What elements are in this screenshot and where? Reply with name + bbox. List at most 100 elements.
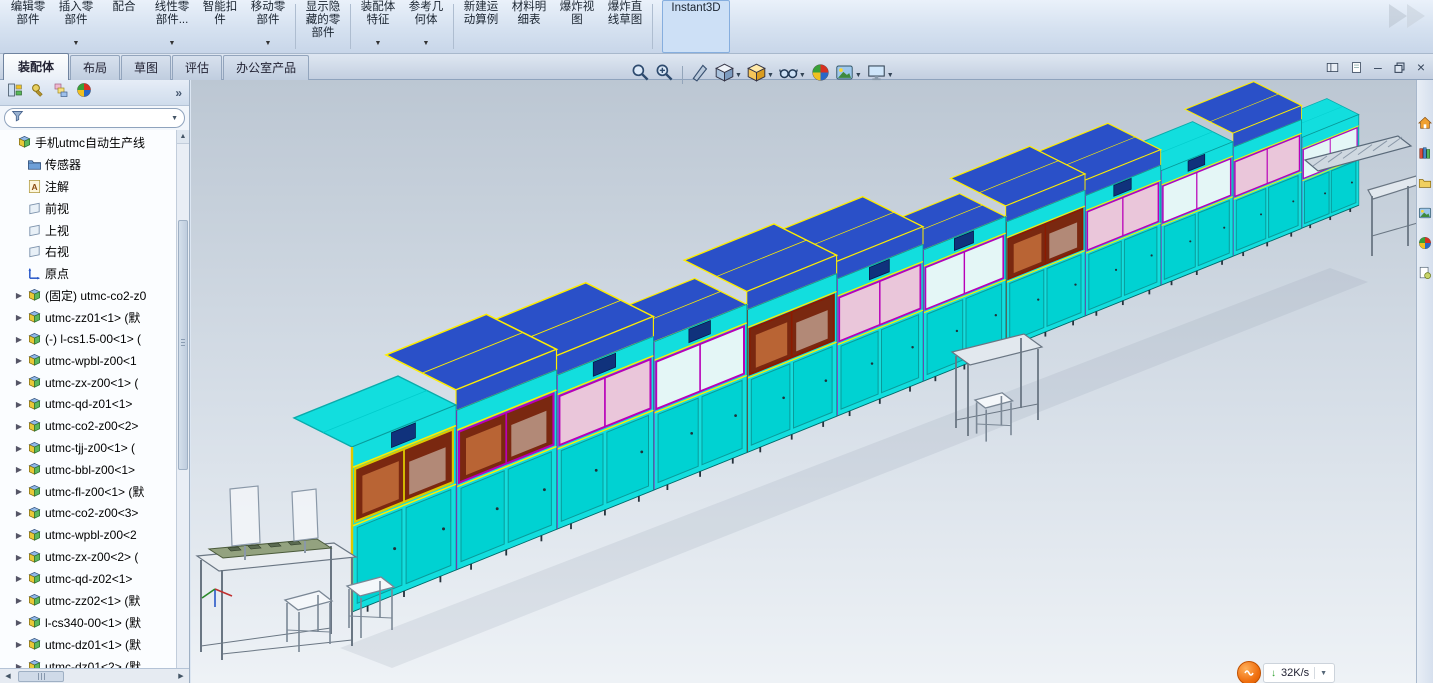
cmd-button[interactable]: 显示隐藏的零部件: [299, 0, 347, 53]
cmd-button[interactable]: 移动零部件 ▼: [244, 0, 292, 53]
download-speed-overlay[interactable]: ↓ 32K/s ▼: [1237, 661, 1336, 683]
tree-filter-input[interactable]: ▼: [4, 108, 185, 128]
sheet-button[interactable]: [1350, 61, 1363, 74]
cmd-button[interactable]: 装配体特征 ▼: [354, 0, 402, 53]
doc-tab[interactable]: 草图: [121, 55, 172, 80]
cmd-button[interactable]: 配合: [100, 0, 148, 53]
doc-tab[interactable]: 办公室产品: [223, 55, 310, 80]
tree-item[interactable]: ▶ 传感器: [0, 154, 189, 176]
tree-expander-icon[interactable]: ▶: [14, 465, 24, 474]
speed-menu-icon[interactable]: ▼: [1320, 670, 1327, 677]
doc-tab[interactable]: 评估: [172, 55, 223, 80]
tree-item[interactable]: ▶ 原点: [0, 263, 189, 285]
tree-expander-icon[interactable]: ▶: [14, 487, 24, 496]
scrollbar-thumb[interactable]: [178, 220, 188, 470]
cmd-button[interactable]: 线性零部件... ▼: [148, 0, 196, 53]
tree-vertical-scrollbar[interactable]: ▲: [176, 130, 189, 668]
cmd-button[interactable]: 智能扣件: [196, 0, 244, 53]
tree-item[interactable]: ▶ utmc-dz01<2> (默: [0, 655, 189, 668]
graphics-area[interactable]: [191, 80, 1433, 683]
hud-dropdown-icon[interactable]: ▼: [735, 72, 742, 79]
appearances-tab-icon[interactable]: [76, 82, 92, 103]
hud-zoom-fit[interactable]: [630, 61, 651, 89]
cmd-button[interactable]: 材料明细表: [505, 0, 553, 53]
configurationmanager-tab-icon[interactable]: [53, 82, 69, 103]
hud-section-view[interactable]: [690, 61, 711, 89]
tree-expander-icon[interactable]: ▶: [14, 531, 24, 540]
hud-display-style[interactable]: ▼: [746, 61, 775, 89]
tree-item[interactable]: ▶ utmc-bbl-z00<1>: [0, 459, 189, 481]
panes-button[interactable]: [1326, 61, 1339, 74]
taskpane-file-explorer-icon[interactable]: [1418, 176, 1432, 195]
cmd-button[interactable]: 插入零部件 ▼: [52, 0, 100, 53]
hud-dropdown-icon[interactable]: ▼: [799, 72, 806, 79]
cmd-button[interactable]: 参考几何体 ▼: [402, 0, 450, 53]
scroll-right-icon[interactable]: ▶: [173, 672, 189, 680]
tree-expander-icon[interactable]: ▶: [14, 335, 24, 344]
minimize-button[interactable]: –: [1374, 60, 1382, 74]
hud-apply-scene[interactable]: ▼: [834, 61, 863, 89]
filter-dropdown-icon[interactable]: ▼: [171, 115, 178, 122]
hud-zoom-area[interactable]: [654, 61, 675, 89]
tree-expander-icon[interactable]: ▶: [14, 422, 24, 431]
tree-item[interactable]: ▶ l-cs340-00<1> (默: [0, 612, 189, 634]
propertymanager-tab-icon[interactable]: [30, 82, 46, 103]
tree-item[interactable]: ▶ utmc-zz02<1> (默: [0, 590, 189, 612]
hud-hide-show-items[interactable]: ▼: [778, 61, 807, 89]
tree-item[interactable]: ▶ utmc-qd-z02<1>: [0, 568, 189, 590]
tree-expander-icon[interactable]: ▶: [14, 553, 24, 562]
doc-tab[interactable]: 装配体: [3, 53, 70, 80]
tree-item[interactable]: ▶ utmc-wpbl-z00<2: [0, 524, 189, 546]
cmd-dropdown-icon[interactable]: ▼: [423, 37, 430, 53]
cmd-button[interactable]: 爆炸视图: [553, 0, 601, 53]
tree-item[interactable]: ▶ utmc-zx-z00<1> (: [0, 372, 189, 394]
cmd-dropdown-icon[interactable]: ▼: [73, 37, 80, 53]
cmd-button[interactable]: 编辑零部件: [4, 0, 52, 53]
scroll-up-icon[interactable]: ▲: [177, 130, 189, 144]
tree-expander-icon[interactable]: ▶: [14, 400, 24, 409]
cmd-button[interactable]: Instant3D: [662, 0, 730, 53]
cmd-button[interactable]: 爆炸直线草图: [601, 0, 649, 53]
hud-dropdown-icon[interactable]: ▼: [855, 72, 862, 79]
hud-view-orientation[interactable]: ▼: [714, 61, 743, 89]
tree-horizontal-scrollbar[interactable]: ◀ ▶: [0, 668, 189, 683]
tree-expander-icon[interactable]: ▶: [14, 356, 24, 365]
speed-pill[interactable]: ↓ 32K/s ▼: [1263, 663, 1336, 683]
taskpane-resources-icon[interactable]: [1417, 116, 1433, 135]
tree-item[interactable]: ▶ A 注解: [0, 176, 189, 198]
hud-edit-appearance[interactable]: [810, 61, 831, 89]
tree-item[interactable]: ▶ utmc-zz01<1> (默: [0, 306, 189, 328]
tree-expander-icon[interactable]: ▶: [14, 509, 24, 518]
hud-dropdown-icon[interactable]: ▼: [887, 72, 894, 79]
tree-item[interactable]: ▶ utmc-tjj-z00<1> (: [0, 437, 189, 459]
tree-expander-icon[interactable]: ▶: [14, 378, 24, 387]
cmd-button[interactable]: 新建运动算例: [457, 0, 505, 53]
tree-expander-icon[interactable]: ▶: [14, 662, 24, 668]
panel-overflow-icon[interactable]: »: [175, 86, 182, 100]
hud-dropdown-icon[interactable]: ▼: [767, 72, 774, 79]
hud-view-settings[interactable]: ▼: [866, 61, 895, 89]
scroll-left-icon[interactable]: ◀: [0, 672, 16, 680]
tree-expander-icon[interactable]: ▶: [14, 596, 24, 605]
tree-expander-icon[interactable]: ▶: [14, 444, 24, 453]
tree-expander-icon[interactable]: ▶: [14, 574, 24, 583]
tree-item[interactable]: ▶ 上视: [0, 219, 189, 241]
tree-item[interactable]: ▶ (固定) utmc-co2-z0: [0, 285, 189, 307]
taskpane-design-library-icon[interactable]: [1418, 146, 1432, 165]
close-button[interactable]: ×: [1417, 60, 1425, 74]
tree-item[interactable]: ▶ utmc-co2-z00<2>: [0, 415, 189, 437]
tree-expander-icon[interactable]: ▶: [14, 640, 24, 649]
doc-tab[interactable]: 布局: [70, 55, 121, 80]
restore-button[interactable]: [1393, 61, 1406, 74]
cmd-dropdown-icon[interactable]: ▼: [169, 37, 176, 53]
featuremanager-tab-icon[interactable]: [7, 82, 23, 103]
taskpane-appearances-icon[interactable]: [1418, 236, 1432, 255]
tree-item[interactable]: ▶ utmc-co2-z00<3>: [0, 503, 189, 525]
hscrollbar-thumb[interactable]: [18, 670, 64, 682]
tree-item[interactable]: ▶ (-) l-cs1.5-00<1> (: [0, 328, 189, 350]
tree-item[interactable]: ▶ utmc-qd-z01<1>: [0, 394, 189, 416]
taskpane-view-palette-icon[interactable]: [1418, 206, 1432, 225]
tree-expander-icon[interactable]: ▶: [14, 313, 24, 322]
tree-item[interactable]: ▶ utmc-fl-z00<1> (默: [0, 481, 189, 503]
tree-item[interactable]: ▶ utmc-zx-z00<2> (: [0, 546, 189, 568]
